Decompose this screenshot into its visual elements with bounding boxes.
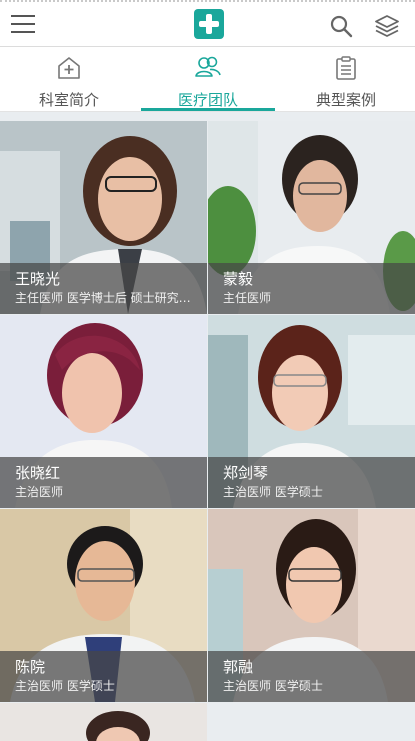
doctor-caption: 王晓光 主任医师 医学博士后 硕士研究生导师 xyxy=(0,263,207,314)
doctor-title: 主治医师 医学硕士 xyxy=(223,679,323,693)
layers-icon[interactable] xyxy=(374,13,400,39)
doctor-card[interactable]: 王晓光 主任医师 医学博士后 硕士研究生导师 xyxy=(0,121,207,314)
medical-cross-logo[interactable] xyxy=(194,9,224,39)
doctor-caption: 郑剑琴 主治医师 医学硕士 xyxy=(208,457,415,508)
doctor-title: 主治医师 医学硕士 xyxy=(223,485,323,499)
doctor-card[interactable]: 郑剑琴 主治医师 医学硕士 xyxy=(208,315,415,508)
tab-label: 科室简介 xyxy=(38,91,99,109)
section-tabs: 科室简介 医疗团队 典型案例 xyxy=(0,47,415,112)
doctor-card[interactable]: 郭融 主治医师 医学硕士 xyxy=(208,509,415,702)
doctor-title: 主治医师 医学硕士 xyxy=(15,679,115,693)
doctor-caption: 张晓红 主治医师 xyxy=(0,457,207,508)
tab-medical-team[interactable]: 医疗团队 xyxy=(139,47,277,111)
hospital-icon xyxy=(58,57,80,79)
tab-typical-cases[interactable]: 典型案例 xyxy=(277,47,415,111)
doctor-caption: 陈院 主治医师 医学硕士 xyxy=(0,651,207,702)
doctor-name: 张晓红 xyxy=(15,464,61,482)
tab-department-intro[interactable]: 科室简介 xyxy=(0,47,138,111)
search-icon[interactable] xyxy=(329,14,353,38)
doctor-title: 主治医师 xyxy=(15,485,64,499)
top-bar xyxy=(0,0,415,47)
doctor-name: 蒙毅 xyxy=(223,270,254,288)
doctor-name: 王晓光 xyxy=(15,270,61,288)
doctor-name: 陈院 xyxy=(15,658,46,676)
team-icon xyxy=(195,56,221,77)
doctor-card[interactable]: 蒙毅 主任医师 xyxy=(208,121,415,314)
doctor-card[interactable]: 陈院 主治医师 医学硕士 xyxy=(0,509,207,702)
doctor-card[interactable] xyxy=(0,703,207,741)
active-tab-indicator xyxy=(141,108,275,111)
doctor-title: 主任医师 xyxy=(223,291,272,305)
hamburger-menu-icon[interactable] xyxy=(11,15,35,33)
clipboard-icon xyxy=(336,56,356,80)
doctor-title: 主任医师 医学博士后 硕士研究生导师 xyxy=(15,291,197,305)
doctor-caption: 蒙毅 主任医师 xyxy=(208,263,415,314)
tab-label: 典型案例 xyxy=(315,91,376,109)
tab-label: 医疗团队 xyxy=(177,91,238,109)
doctor-name: 郭融 xyxy=(223,658,254,676)
doctor-card[interactable]: 张晓红 主治医师 xyxy=(0,315,207,508)
doctor-name: 郑剑琴 xyxy=(223,464,269,482)
doctor-photo xyxy=(0,703,207,741)
doctor-caption: 郭融 主治医师 医学硕士 xyxy=(208,651,415,702)
